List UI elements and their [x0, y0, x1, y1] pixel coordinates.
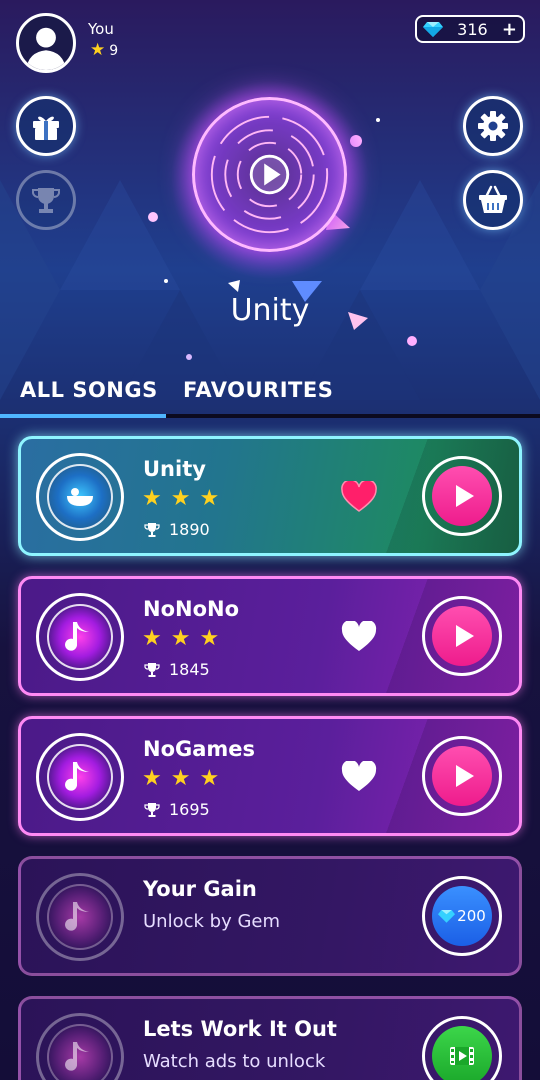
- unity-disc-icon: [67, 488, 93, 506]
- song-score-value: 1890: [169, 520, 210, 539]
- star-icon: ★: [90, 40, 106, 60]
- song-score-value: 1845: [169, 660, 210, 679]
- trophy-icon: [144, 802, 160, 817]
- song-title: Your Gain: [143, 877, 257, 901]
- gear-icon: [478, 111, 508, 141]
- star-icon: ★: [142, 626, 162, 651]
- diamond-icon: [423, 22, 443, 37]
- song-icon: [36, 873, 124, 961]
- shop-button[interactable]: [463, 170, 523, 230]
- song-score: 1890: [144, 520, 210, 539]
- disc-rings: [210, 115, 329, 234]
- song-card[interactable]: NoNoNo ★ ★ ★ 1845: [18, 576, 522, 696]
- song-score: 1695: [144, 800, 210, 819]
- video-icon: [450, 1047, 474, 1065]
- music-note-icon: [65, 902, 89, 931]
- heart-icon[interactable]: [341, 761, 377, 793]
- star-icon: ★: [142, 766, 162, 791]
- star-icon: ★: [199, 766, 220, 791]
- tab-all-songs[interactable]: ALL SONGS: [20, 378, 158, 402]
- player-name: You: [88, 20, 114, 38]
- song-stars: ★ ★ ★: [142, 486, 219, 511]
- song-icon: [36, 453, 124, 541]
- unlock-gem-button[interactable]: 200: [422, 876, 502, 956]
- gem-balance[interactable]: 316 +: [415, 15, 525, 43]
- basket-icon: [479, 185, 507, 213]
- now-playing-disc[interactable]: [192, 97, 347, 252]
- star-icon: ★: [170, 766, 191, 791]
- song-stars: ★ ★ ★: [142, 766, 219, 791]
- player-avatar[interactable]: [16, 13, 76, 73]
- unlock-hint: Unlock by Gem: [143, 911, 280, 932]
- gem-count: 316: [457, 19, 488, 39]
- unlock-hint: Watch ads to unlock: [143, 1051, 326, 1072]
- star-icon: ★: [170, 486, 191, 511]
- star-icon: ★: [199, 486, 220, 511]
- heart-icon[interactable]: [341, 621, 377, 653]
- song-card-locked[interactable]: Lets Work It Out Watch ads to unlock: [18, 996, 522, 1080]
- song-card[interactable]: NoGames ★ ★ ★ 1695: [18, 716, 522, 836]
- song-title: Lets Work It Out: [143, 1017, 337, 1041]
- play-icon: [456, 765, 474, 787]
- watch-ad-button[interactable]: [422, 1016, 502, 1080]
- song-icon: [36, 733, 124, 821]
- add-gems-button[interactable]: +: [502, 19, 517, 40]
- star-icon: ★: [199, 626, 220, 651]
- song-score-value: 1695: [169, 800, 210, 819]
- song-icon: [36, 593, 124, 681]
- play-icon: [456, 625, 474, 647]
- play-icon: [456, 485, 474, 507]
- song-title: NoNoNo: [143, 597, 240, 621]
- play-button[interactable]: [422, 736, 502, 816]
- song-card-locked[interactable]: Your Gain Unlock by Gem 200: [18, 856, 522, 976]
- trophy-button[interactable]: [16, 170, 76, 230]
- settings-button[interactable]: [463, 96, 523, 156]
- person-icon: [26, 27, 66, 70]
- unlock-price: 200: [457, 907, 486, 925]
- play-button[interactable]: [422, 456, 502, 536]
- active-tab-indicator: [0, 414, 166, 418]
- music-note-icon: [65, 1042, 89, 1071]
- music-note-icon: [65, 762, 89, 791]
- music-note-icon: [65, 622, 89, 651]
- star-icon: ★: [142, 486, 162, 511]
- player-stars: ★ 9: [90, 42, 118, 59]
- trophy-icon: [144, 522, 160, 537]
- trophy-icon: [144, 662, 160, 677]
- player-stars-count: 9: [109, 42, 119, 59]
- diamond-icon: [438, 910, 456, 923]
- play-button[interactable]: [422, 596, 502, 676]
- heart-icon[interactable]: [341, 481, 377, 513]
- song-stars: ★ ★ ★: [142, 626, 219, 651]
- star-icon: ★: [170, 626, 191, 651]
- now-playing-title: Unity: [230, 293, 310, 328]
- song-title: Unity: [143, 457, 206, 481]
- gift-button[interactable]: [16, 96, 76, 156]
- gift-icon: [33, 116, 59, 140]
- tab-favourites[interactable]: FAVOURITES: [183, 378, 333, 402]
- song-card[interactable]: Unity ★ ★ ★ 1890: [18, 436, 522, 556]
- song-title: NoGames: [143, 737, 256, 761]
- song-score: 1845: [144, 660, 210, 679]
- song-icon: [36, 1013, 124, 1080]
- trophy-icon: [32, 188, 60, 213]
